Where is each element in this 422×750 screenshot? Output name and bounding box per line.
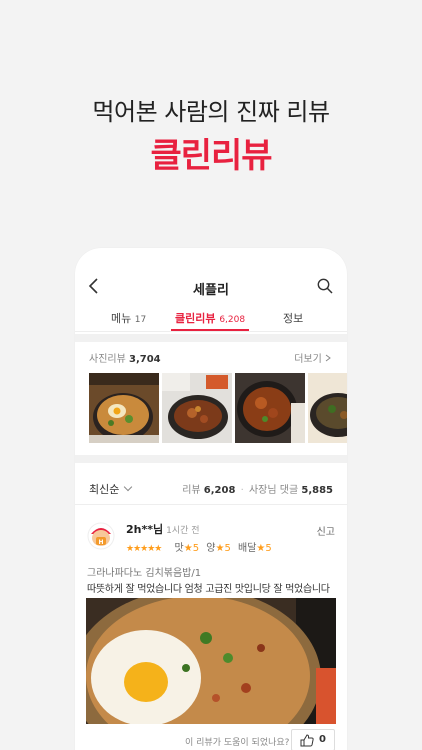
photo-review-count: 3,704	[129, 354, 161, 365]
review-ratings: ★★★★★ 맛★5 양★5 배달★5	[126, 539, 272, 554]
tab-menu-count: 17	[134, 315, 147, 325]
review-time: 1시간 전	[166, 526, 200, 536]
photo-review-header: 사진리뷰 3,704	[89, 350, 161, 365]
promo-brand: 클린리뷰	[150, 136, 272, 176]
more-button[interactable]: 더보기	[294, 350, 331, 365]
delivery-label: 배달	[238, 543, 257, 554]
top-bar: 세플리	[75, 248, 347, 298]
overall-stars: ★★★★★	[126, 544, 162, 554]
like-button[interactable]: 0	[291, 729, 335, 750]
star-icon: ★	[183, 543, 193, 554]
photo-thumbnail[interactable]	[162, 373, 232, 443]
review-photo[interactable]	[86, 598, 336, 724]
sort-label: 최신순	[89, 483, 120, 496]
active-tab-indicator	[171, 329, 249, 331]
review-text: 따뜻하게 잘 먹었습니다 엄청 고급진 맛입니당 잘 먹었습니다	[87, 584, 330, 595]
review-user: 2h**님 1시간 전	[126, 521, 200, 537]
like-count: 0	[319, 734, 326, 745]
tab-menu[interactable]: 메뉴 17	[111, 310, 146, 326]
separator-dot: ·	[240, 485, 244, 496]
chevron-right-icon	[325, 354, 331, 362]
photo-review-label: 사진리뷰	[89, 354, 126, 365]
tab-bar: 메뉴 17 클린리뷰 6,208 정보	[75, 306, 347, 332]
shop-title: 세플리	[193, 283, 229, 298]
amount-rating: 양★5	[206, 543, 231, 554]
helpful-question: 이 리뷰가 도움이 되었나요?	[185, 738, 290, 748]
photo-thumbnail[interactable]	[89, 373, 159, 443]
stats-review-count: 6,208	[203, 485, 236, 496]
report-button[interactable]: 신고	[317, 523, 335, 538]
tab-menu-label: 메뉴	[111, 312, 132, 325]
tab-review-count: 6,208	[219, 315, 246, 325]
taste-score: 5	[192, 543, 200, 554]
delivery-score: 5	[265, 543, 272, 554]
tab-clean-review[interactable]: 클린리뷰 6,208	[175, 310, 245, 326]
search-icon[interactable]	[317, 278, 333, 294]
avatar: H	[87, 522, 115, 550]
section-divider	[75, 455, 347, 463]
tab-review-label: 클린리뷰	[175, 312, 216, 325]
tab-info[interactable]: 정보	[283, 310, 303, 326]
chevron-down-icon	[124, 482, 133, 492]
promo-headline: 먹어본 사람의 진짜 리뷰	[92, 98, 330, 126]
stats-owner-reply-count: 5,885	[301, 485, 333, 496]
delivery-rating: 배달★5	[238, 543, 272, 554]
stats-owner-reply-label: 사장님 댓글	[248, 485, 299, 496]
review-user-name: 2h**님	[126, 523, 164, 536]
ordered-menu: 그라나파다노 김치볶음밥/1	[87, 568, 202, 579]
amount-score: 5	[224, 543, 231, 554]
sort-dropdown[interactable]: 최신순	[89, 481, 133, 497]
section-divider	[75, 334, 347, 342]
phone-screen: 세플리 메뉴 17 클린리뷰 6,208 정보 사진리뷰 3,704 더보기 최…	[75, 248, 347, 750]
review-stats: 리뷰 6,208 · 사장님 댓글 5,885	[182, 481, 333, 496]
photo-thumbnail[interactable]	[308, 373, 347, 443]
taste-rating: 맛★5	[175, 543, 200, 554]
stats-review-label: 리뷰	[182, 485, 201, 496]
taste-label: 맛	[174, 543, 184, 554]
svg-text:H: H	[98, 539, 103, 546]
thumbs-up-icon	[300, 734, 314, 747]
photo-thumbnail[interactable]	[235, 373, 305, 443]
more-label: 더보기	[294, 354, 322, 365]
divider	[75, 504, 347, 505]
